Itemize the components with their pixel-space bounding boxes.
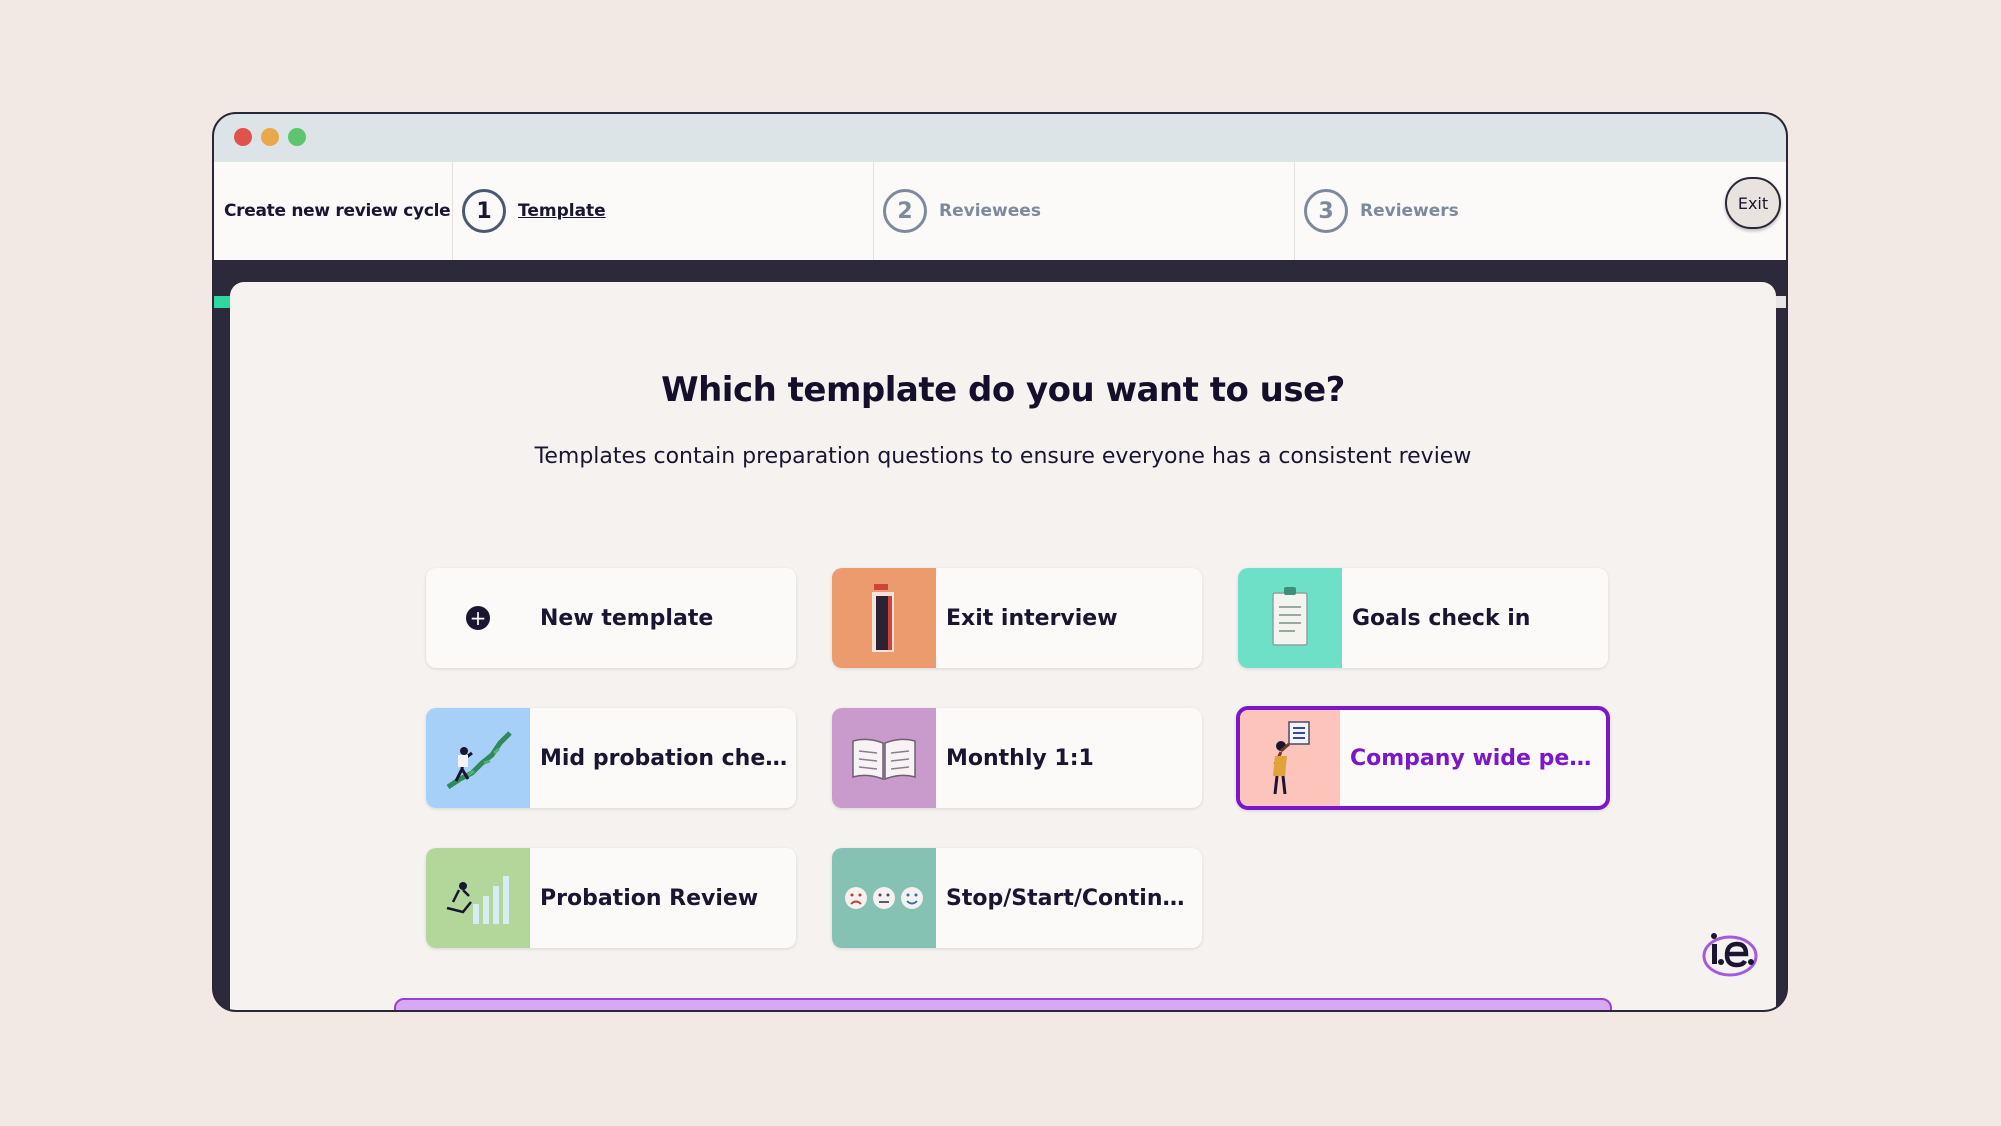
step-template[interactable]: 1 Template (454, 162, 874, 260)
template-card-exit-interview[interactable]: Exit interview (832, 568, 1202, 668)
template-card-label: New template (540, 605, 714, 631)
template-thumb (832, 708, 936, 808)
template-card-probation-review[interactable]: Probation Review (426, 848, 796, 948)
template-card-label: Mid probation check... (540, 745, 792, 771)
template-card-label: Goals check in (1352, 605, 1531, 631)
page-heading: Which template do you want to use? (661, 370, 1345, 410)
template-card-goals-check-in[interactable]: Goals check in (1238, 568, 1608, 668)
template-card-label: Exit interview (946, 605, 1118, 631)
app-window: Create new review cycle 1 Template 2 Rev… (212, 112, 1788, 1012)
door-icon (872, 584, 894, 652)
stepper-header: Create new review cycle 1 Template 2 Rev… (214, 162, 1786, 308)
template-card-company-wide-perf[interactable]: Company wide perf... (1236, 706, 1610, 810)
close-window-icon[interactable] (234, 128, 252, 146)
faces-icon (845, 887, 923, 909)
template-thumb (1240, 710, 1340, 806)
person-with-chart-icon (1273, 721, 1310, 795)
maximize-window-icon[interactable] (288, 128, 306, 146)
template-card-stop-start-continue[interactable]: Stop/Start/Continue... (832, 848, 1202, 948)
template-card-label: Stop/Start/Continue... (946, 885, 1198, 911)
growth-chart-icon (446, 876, 509, 924)
template-thumb (426, 708, 530, 808)
window-titlebar (214, 114, 1786, 162)
climbing-person-icon (446, 731, 512, 790)
page-title: Create new review cycle (224, 162, 453, 260)
step-number-3: 3 (1304, 189, 1348, 233)
page-subheading: Templates contain preparation questions … (534, 444, 1472, 469)
template-card-new-template[interactable]: + New template (426, 568, 796, 668)
open-book-icon (852, 738, 916, 781)
step-label-reviewees: Reviewees (939, 201, 1041, 221)
template-thumb: + (426, 568, 530, 668)
template-card-mid-probation-check[interactable]: Mid probation check... (426, 708, 796, 808)
step-number-2: 2 (883, 189, 927, 233)
template-thumb (426, 848, 530, 948)
template-card-monthly-1-1[interactable]: Monthly 1:1 (832, 708, 1202, 808)
step-label-reviewers: Reviewers (1360, 201, 1459, 221)
template-card-label: Monthly 1:1 (946, 745, 1094, 771)
template-card-label: Probation Review (540, 885, 759, 911)
exit-button[interactable]: Exit (1725, 177, 1781, 229)
step-reviewees[interactable]: 2 Reviewees (875, 162, 1295, 260)
plus-icon: + (466, 606, 490, 630)
template-thumb (1238, 568, 1342, 668)
minimize-window-icon[interactable] (261, 128, 279, 146)
template-thumb (832, 848, 936, 948)
step-label-template: Template (518, 201, 606, 221)
template-card-label: Company wide perf... (1350, 745, 1602, 771)
clipboard-icon (1272, 587, 1308, 646)
main-content: Which template do you want to use? Templ… (230, 282, 1776, 1010)
info-banner (394, 998, 1612, 1010)
step-reviewers[interactable]: 3 Reviewers (1296, 162, 1676, 260)
step-number-1: 1 (462, 189, 506, 233)
ie-logo-icon (1702, 930, 1758, 978)
template-thumb (832, 568, 936, 668)
